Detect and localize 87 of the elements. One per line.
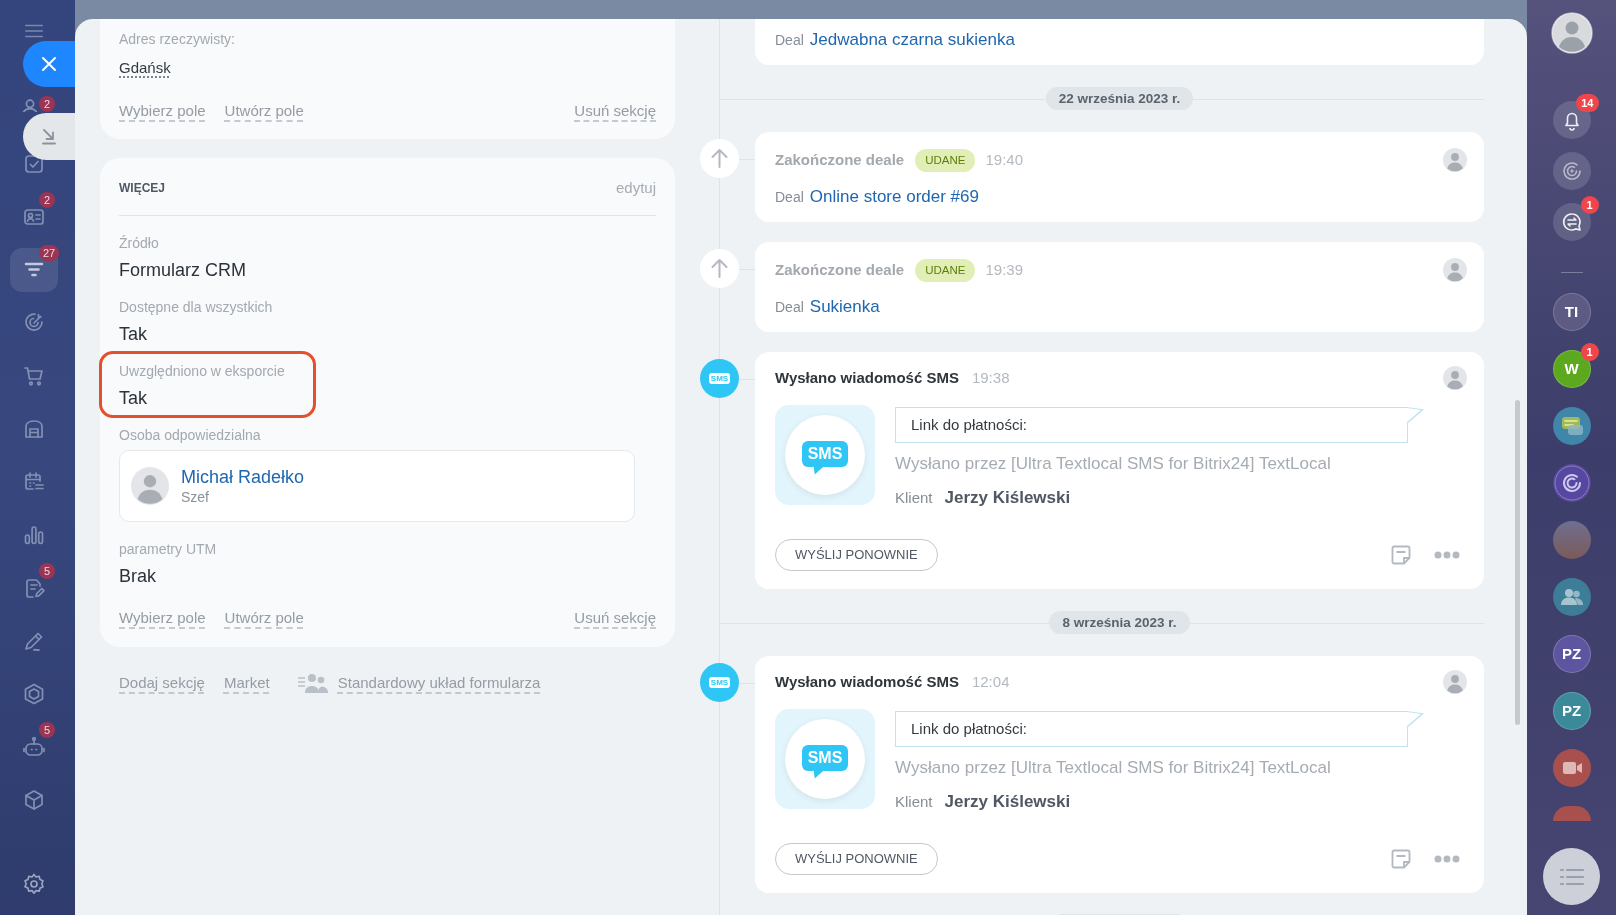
swirl-icon[interactable] [1552, 152, 1591, 190]
counter-badge: 14 [1576, 94, 1599, 112]
field-action-link[interactable]: Wybierz pole [119, 101, 206, 121]
event-time: 19:39 [985, 259, 1024, 280]
date-pill: 22 września 2023 r. [1045, 87, 1194, 110]
chat-avatar[interactable]: PZ [1552, 692, 1591, 730]
marker-label: SMS [708, 677, 731, 688]
edit-link[interactable]: edytuj [615, 180, 656, 196]
counter-badge: 1 [1580, 343, 1599, 361]
hexagon-icon[interactable] [22, 681, 46, 706]
status-badge: UDANE [915, 258, 976, 282]
client-link[interactable]: Jerzy Kiślewski [944, 789, 1071, 815]
remove-section-link[interactable]: Usuń sekcję [574, 101, 656, 121]
counter-badge: 5 [39, 721, 55, 738]
field-action-link[interactable]: Wybierz pole [119, 608, 206, 628]
user-avatar[interactable] [1550, 12, 1593, 54]
deal-link[interactable]: Jedwabna czarna sukienka [809, 27, 1015, 53]
menu-button[interactable] [1543, 848, 1600, 905]
deal-link[interactable]: Online store order #69 [809, 184, 979, 210]
status-badge: UDANE [915, 148, 976, 172]
counter-badge: 2 [39, 191, 55, 208]
sender-text: Wysłano przez [Ultra Textlocal SMS for Bitrix24] TextLocal [895, 757, 1332, 779]
footer-link[interactable]: Dodaj sekcję [119, 673, 205, 693]
deal-label: Deal [775, 298, 804, 317]
field-label: Adres rzeczywisty: [119, 30, 236, 48]
client-link[interactable]: Jerzy Kiślewski [944, 485, 1071, 511]
counter-badge: 5 [39, 562, 55, 579]
client-label: Klient [895, 488, 933, 508]
deal-link[interactable]: Sukienka [809, 294, 880, 320]
field-label: Osoba odpowiedzialna [119, 426, 262, 444]
video-camera-icon[interactable] [1552, 749, 1591, 787]
event-title: Wysłano wiadomość SMS [775, 367, 959, 388]
robot-icon[interactable] [22, 734, 46, 759]
event-title: Wysłano wiadomość SMS [775, 671, 959, 692]
event-time: 12:04 [971, 671, 1010, 692]
scrollbar[interactable] [1515, 400, 1520, 725]
collapse-button[interactable] [23, 113, 75, 160]
field-value: Tak [119, 387, 148, 410]
field-label: parametry UTM [119, 540, 218, 558]
arrow-to-line-icon [41, 128, 57, 145]
chat-icon[interactable] [1552, 203, 1591, 241]
note-icon[interactable] [1390, 544, 1412, 566]
user-avatar [131, 467, 169, 505]
gear-icon[interactable] [22, 871, 46, 896]
people-icon[interactable] [1552, 578, 1591, 616]
event-time: 19:40 [985, 149, 1024, 170]
close-icon [41, 56, 57, 72]
section-title: WIĘCEJ [119, 180, 165, 196]
layout-link[interactable]: Standardowy układ formularza [296, 673, 541, 693]
field-label: Źródło [119, 234, 160, 252]
event-title: Zakończone deale [775, 259, 905, 280]
deal-label: Deal [775, 188, 804, 207]
field-value: Tak [119, 323, 148, 346]
field-label: Uwzględniono w eksporcie [119, 362, 286, 380]
close-button[interactable] [23, 41, 75, 87]
cube-icon[interactable] [22, 787, 46, 812]
field-label: Dostępne dla wszystkich [119, 298, 274, 316]
date-pill: 8 września 2023 r. [1049, 611, 1190, 634]
chat-bubbles-icon[interactable] [1552, 407, 1591, 445]
people-list-icon [296, 673, 329, 693]
swirl-icon[interactable] [1552, 464, 1591, 502]
more-icon[interactable] [1434, 855, 1460, 863]
photo-placeholder[interactable] [1552, 521, 1591, 559]
client-label: Klient [895, 792, 933, 812]
counter-badge: 1 [1580, 196, 1599, 214]
field-action-link[interactable]: Utwórz pole [224, 101, 304, 121]
counter-badge: 27 [39, 244, 60, 261]
chat-avatar[interactable]: TI [1552, 293, 1591, 331]
address-link[interactable]: Gdańsk [119, 59, 171, 76]
list-icon [1559, 867, 1584, 886]
event-title: Zakończone deale [775, 149, 905, 170]
sender-text: Wysłano przez [Ultra Textlocal SMS for Bitrix24] TextLocal [895, 453, 1332, 475]
chat-avatar[interactable]: PZ [1552, 635, 1591, 673]
marker-label: SMS [708, 373, 731, 384]
remove-section-link[interactable]: Usuń sekcję [574, 608, 656, 628]
field-value: Formularz CRM [119, 259, 247, 282]
event-time: 19:38 [971, 367, 1010, 388]
person-link[interactable]: Michał Radełko [181, 466, 305, 488]
field-action-link[interactable]: Utwórz pole [224, 608, 304, 628]
field-value: Brak [119, 565, 157, 588]
counter-badge: 2 [39, 95, 55, 112]
footer-link[interactable]: Market [223, 673, 270, 693]
person-icon[interactable] [22, 99, 38, 112]
person-role: Szef [181, 488, 210, 506]
deal-label: Deal [775, 31, 804, 50]
more-icon[interactable] [1434, 551, 1460, 559]
note-icon[interactable] [1390, 848, 1412, 870]
